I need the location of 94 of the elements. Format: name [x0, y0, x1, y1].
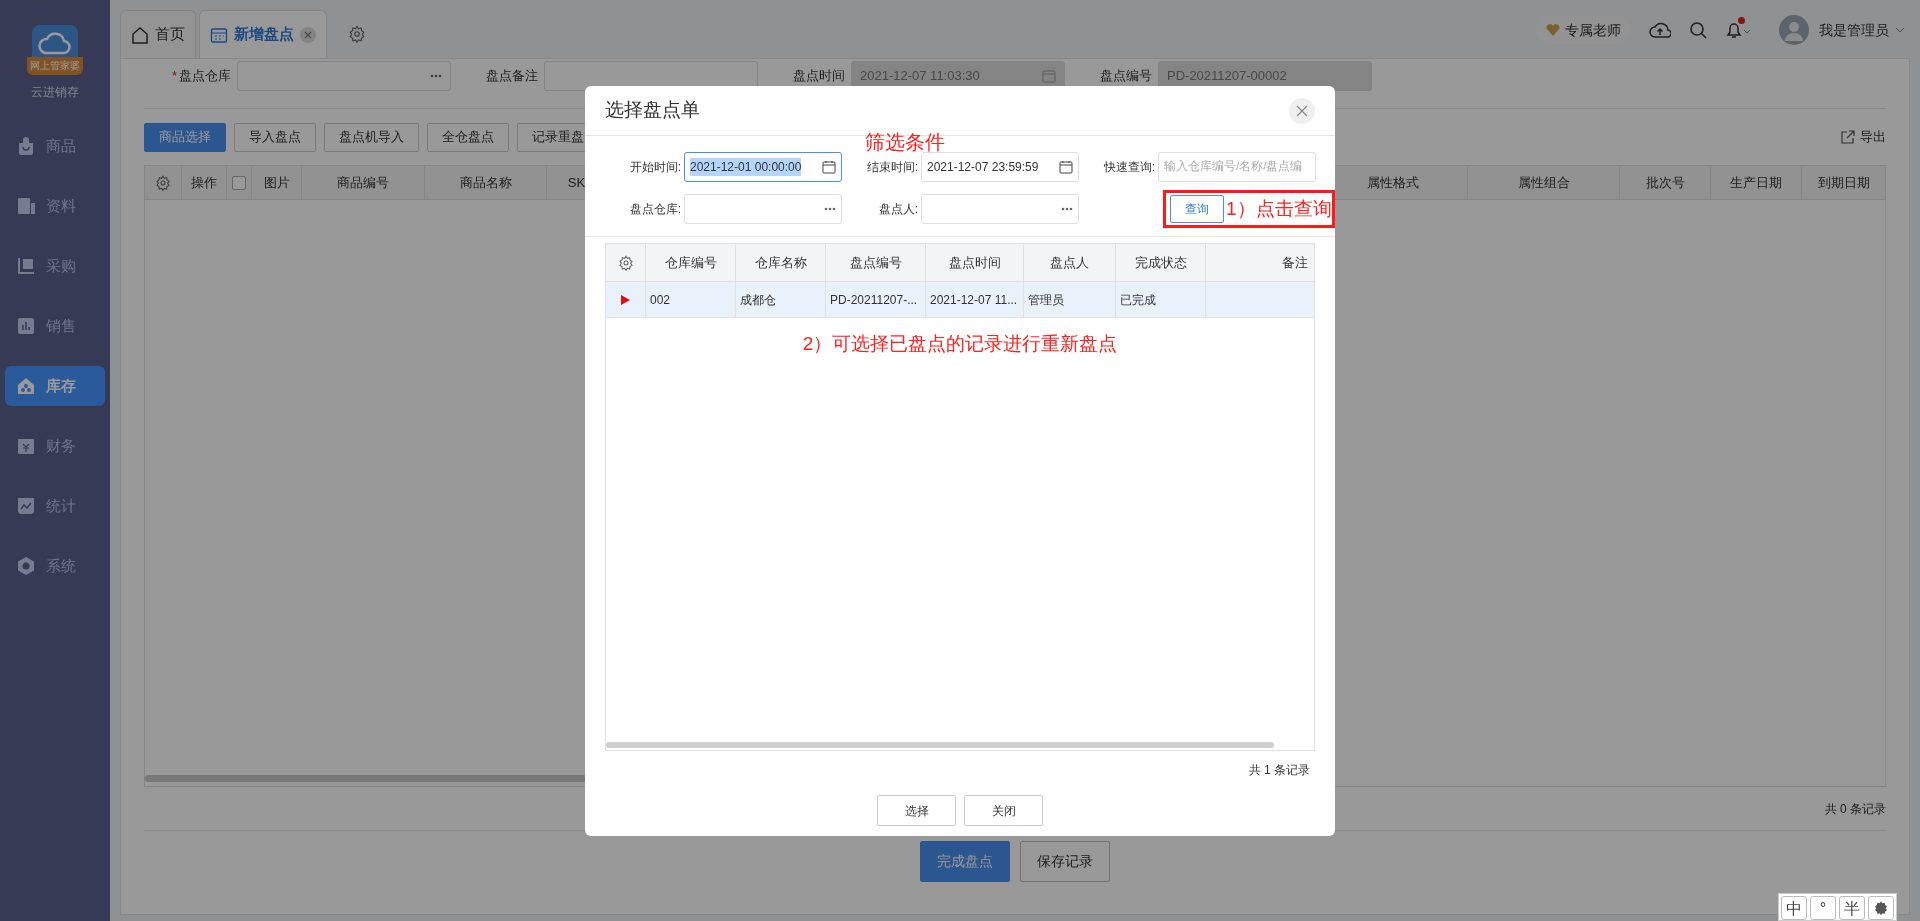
bell-icon[interactable] — [1725, 20, 1751, 40]
column-header: 盘点人 — [1050, 253, 1089, 272]
table-cell-text: 2021-12-07 11... — [930, 291, 1018, 309]
calendar-icon — [210, 25, 228, 44]
picker-field[interactable] — [237, 61, 451, 91]
tab[interactable]: 首页 — [120, 10, 196, 58]
ime-key[interactable]: ° — [1810, 896, 1836, 920]
field-label: 盘点备注 — [486, 67, 538, 86]
record-count: 共 0 条记录 — [1824, 800, 1886, 818]
action-button[interactable]: 保存记录 — [1020, 841, 1110, 882]
settings-icon[interactable] — [348, 25, 366, 43]
column-header: 属性格式 — [1366, 173, 1419, 192]
column-header: 操作 — [191, 173, 217, 192]
close-icon[interactable] — [300, 26, 316, 43]
annotation-text: 1）点击查询 — [1226, 197, 1332, 221]
table-row[interactable]: 002 成都仓 PD-20211207-... 2021-12-07 11... 管理员 已完成 — [606, 282, 1314, 318]
column-header: 仓库名称 — [754, 253, 807, 272]
column-header: 仓库编号 — [664, 253, 717, 272]
table-cell-text: 成都仓 — [740, 291, 776, 309]
picker-field[interactable] — [684, 194, 842, 224]
column-header: SK — [567, 173, 586, 192]
column-header: 批次号 — [1645, 173, 1685, 192]
settings-icon[interactable] — [617, 254, 634, 271]
more-icon — [1061, 207, 1073, 211]
logo-badge: 网上管家婆 — [27, 57, 83, 75]
field-label: 盘点仓库 — [179, 67, 231, 86]
dialog-title: 选择盘点单 — [605, 98, 700, 123]
field-label: 盘点人: — [877, 201, 918, 218]
trend-chart-icon — [16, 496, 36, 516]
toolbar-button[interactable]: 盘点机导入 — [324, 122, 419, 152]
dialog-button[interactable]: 关闭 — [964, 795, 1043, 826]
export-icon — [1841, 130, 1855, 144]
field-label: 开始时间: — [628, 159, 681, 176]
column-header: 盘点编号 — [849, 253, 902, 272]
table-cell-text: 管理员 — [1028, 291, 1064, 309]
row-pointer-icon — [621, 294, 630, 305]
toolbar-button[interactable]: 导入盘点 — [234, 122, 316, 152]
bar-chart-icon — [16, 316, 36, 336]
column-header: 盘点时间 — [948, 253, 1001, 272]
column-header: 属性组合 — [1517, 173, 1570, 192]
caret-icon — [1895, 27, 1905, 33]
table-cell-text: 已完成 — [1120, 291, 1156, 309]
ime-key[interactable]: 半 — [1839, 896, 1865, 920]
app-name: 云进销存 — [31, 84, 79, 101]
required-mark: * — [171, 67, 177, 86]
column-header: 备注 — [1282, 253, 1308, 272]
field-label: 结束时间: — [865, 159, 918, 176]
field-label: 盘点编号 — [1100, 67, 1152, 86]
export-button[interactable]: 导出 — [1841, 127, 1886, 147]
picker-field[interactable] — [921, 194, 1079, 224]
column-header: 商品名称 — [459, 173, 512, 192]
bag-icon — [16, 136, 36, 156]
hexagon-icon — [16, 556, 36, 576]
cloud-upload-icon[interactable] — [1649, 21, 1671, 39]
settings-icon[interactable] — [155, 174, 171, 191]
checkbox[interactable] — [232, 175, 246, 190]
close-button[interactable] — [1289, 97, 1315, 124]
settings-icon — [1873, 900, 1889, 916]
table-cell-text: PD-20211207-... — [830, 291, 918, 309]
field-label: 盘点仓库: — [628, 201, 681, 218]
more-icon — [824, 207, 836, 211]
column-header: 到期日期 — [1817, 173, 1870, 192]
scrollbar[interactable] — [606, 742, 1274, 748]
heart-icon — [1546, 24, 1560, 36]
field-label: 快速查询: — [1102, 159, 1155, 176]
search-icon[interactable] — [1689, 21, 1707, 39]
user-menu[interactable]: 我是管理员 — [1819, 19, 1905, 41]
column-header: 商品编号 — [337, 173, 389, 192]
toolbar-button[interactable]: 全仓盘点 — [427, 122, 509, 152]
dialog-button[interactable]: 选择 — [877, 795, 956, 826]
date-field[interactable]: 2021-12-07 23:59:59 — [921, 152, 1079, 182]
ime-key[interactable]: 中 — [1781, 896, 1807, 920]
annotation-text: 筛选条件 — [865, 132, 945, 152]
column-header: 完成状态 — [1134, 253, 1187, 272]
avatar-icon[interactable] — [1779, 15, 1809, 45]
tab[interactable]: 新增盘点 — [199, 10, 327, 58]
annotation-text: 2）可选择已盘点的记录进行重新盘点 — [801, 332, 1119, 356]
calendar-icon — [1059, 160, 1073, 174]
document-icon — [16, 196, 36, 216]
more-icon — [430, 74, 442, 78]
table-cell-text: 002 — [650, 291, 671, 309]
home-icon — [131, 25, 149, 44]
record-count: 共 1 条记录 — [1248, 762, 1310, 779]
close-icon — [1296, 104, 1308, 117]
ime-settings-button[interactable] — [1868, 896, 1894, 920]
field-label: 盘点时间 — [793, 67, 845, 86]
cash-box-icon — [16, 436, 36, 456]
column-header: 图片 — [263, 173, 290, 192]
column-header: 生产日期 — [1730, 173, 1782, 192]
calendar-icon — [1042, 69, 1056, 83]
date-field[interactable]: 2021-12-01 00:00:00 — [684, 152, 842, 182]
calendar-icon — [822, 160, 836, 174]
query-button[interactable]: 查询 — [1170, 195, 1224, 224]
house-icon — [16, 376, 36, 396]
